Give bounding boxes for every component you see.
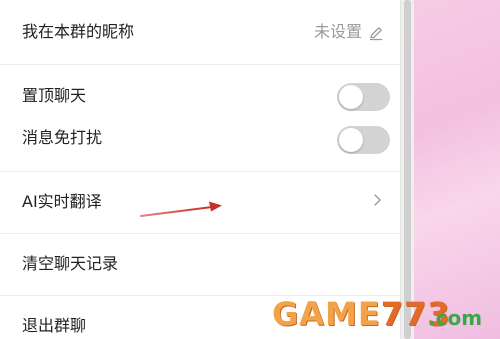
watermark-domain: .com bbox=[428, 306, 483, 330]
watermark-logo: GAME773 bbox=[272, 295, 451, 333]
clear-history-label: 清空聊天记录 bbox=[22, 254, 119, 273]
toggle-knob bbox=[339, 85, 363, 109]
do-not-disturb-toggle[interactable] bbox=[337, 126, 390, 154]
divider bbox=[0, 233, 400, 234]
pin-chat-toggle[interactable] bbox=[337, 83, 390, 111]
scrollbar[interactable] bbox=[400, 0, 414, 339]
pin-chat-label: 置顶聊天 bbox=[22, 86, 87, 105]
exit-group-label: 退出群聊 bbox=[22, 316, 87, 335]
group-settings-panel: 我在本群的昵称 未设置 置顶聊天 消息免打扰 AI实时翻译 清空聊天记录 退出群… bbox=[0, 0, 400, 339]
do-not-disturb-label: 消息免打扰 bbox=[22, 128, 103, 147]
ai-translate-label: AI实时翻译 bbox=[22, 192, 102, 211]
nickname-label: 我在本群的昵称 bbox=[22, 22, 135, 41]
game773-watermark: GAME773 .com bbox=[268, 295, 498, 335]
divider bbox=[0, 64, 400, 65]
pencil-icon[interactable] bbox=[368, 25, 384, 41]
background-image bbox=[414, 0, 500, 339]
chevron-right-icon bbox=[374, 194, 381, 206]
toggle-knob bbox=[339, 128, 363, 152]
scrollbar-thumb[interactable] bbox=[404, 0, 411, 339]
red-arrow-annotation bbox=[140, 201, 222, 217]
divider bbox=[0, 171, 400, 172]
nickname-value: 未设置 bbox=[313, 22, 362, 41]
